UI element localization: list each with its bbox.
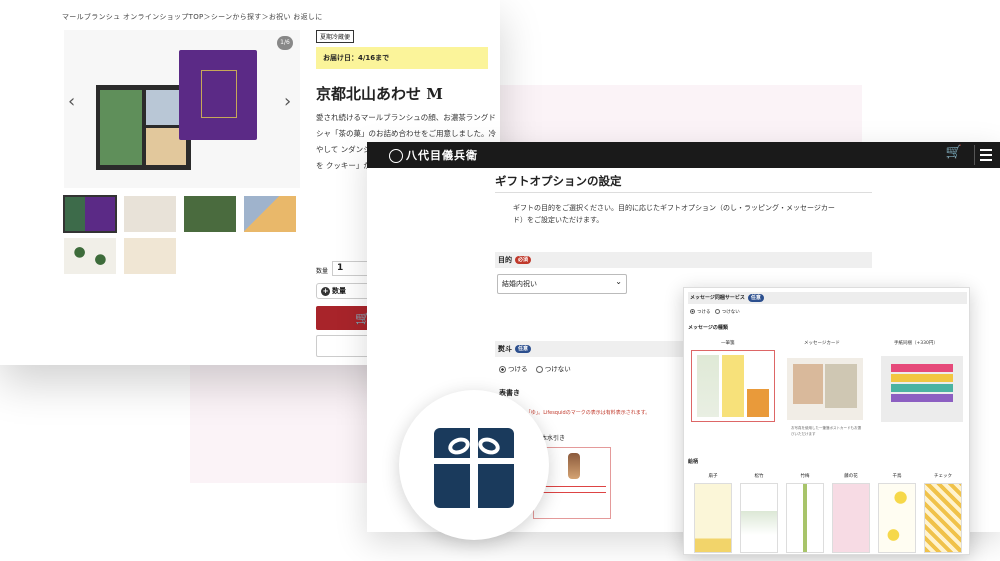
pattern-label: チェック bbox=[934, 474, 952, 479]
cart-icon[interactable]: 🛒 bbox=[946, 145, 962, 160]
pattern-option-fuji[interactable] bbox=[832, 483, 870, 553]
noshi-option-no-label: つけない bbox=[544, 365, 571, 373]
purpose-select[interactable]: 結婚内祝い bbox=[497, 273, 627, 294]
thumbnail-6[interactable] bbox=[124, 238, 176, 274]
pattern-option-sensu[interactable] bbox=[694, 483, 732, 553]
letter-stripe bbox=[891, 364, 953, 372]
gift-icon bbox=[434, 428, 514, 508]
title-divider bbox=[495, 192, 872, 193]
message-service-title: メッセージ同梱サービス bbox=[690, 295, 745, 301]
message-radio-no[interactable] bbox=[714, 309, 720, 314]
pattern-label: 扇子 bbox=[708, 474, 718, 479]
letter-stripe bbox=[891, 374, 953, 382]
product-tray-green bbox=[100, 90, 142, 165]
thumbnail-5[interactable] bbox=[64, 238, 116, 274]
type-label-ippitsusen: 一筆箋 bbox=[721, 341, 735, 346]
purpose-section-header: 目的 必須 bbox=[495, 252, 872, 268]
thumbnail-2[interactable] bbox=[124, 196, 176, 232]
message-card-option[interactable] bbox=[787, 358, 863, 420]
chevron-right-icon[interactable]: › bbox=[284, 93, 291, 111]
product-box-lid bbox=[179, 50, 257, 140]
photo-thumbnail bbox=[825, 364, 857, 408]
ippitsusen-option[interactable] bbox=[691, 350, 775, 422]
mizuhiki-line bbox=[540, 486, 606, 487]
pattern-label: 松竹 bbox=[754, 474, 764, 479]
quantity-input[interactable]: 1 bbox=[332, 261, 372, 276]
plus-icon: + bbox=[321, 287, 330, 296]
letter-stripe bbox=[891, 384, 953, 392]
noshi-radio-no[interactable] bbox=[535, 365, 543, 373]
purpose-label: 目的 bbox=[498, 256, 512, 264]
intro-text: ギフトの目的をご選択ください。目的に応じたギフトオプション（のし・ラッピング・メ… bbox=[513, 204, 835, 224]
message-option-no-label: つけない bbox=[721, 310, 740, 315]
card-pane bbox=[722, 355, 744, 417]
card-pane bbox=[697, 355, 719, 417]
type-label-message-card: メッセージカード bbox=[804, 341, 840, 346]
pattern-label: 千鳥 bbox=[892, 474, 902, 479]
pattern-option-chikubai[interactable] bbox=[786, 483, 824, 553]
thumbnail-1[interactable] bbox=[63, 195, 117, 233]
message-card-note: お写真を使用した一筆箋ポストカードもお選びいただけます bbox=[791, 426, 861, 436]
pattern-label: 竹梅 bbox=[800, 474, 810, 479]
noshi-figure bbox=[568, 453, 580, 479]
required-badge: 必須 bbox=[515, 256, 532, 264]
noshi-option-yes-label: つける bbox=[508, 365, 528, 373]
noshi-radio-yes[interactable] bbox=[499, 365, 506, 373]
menu-icon[interactable] bbox=[974, 145, 994, 165]
card-pane bbox=[747, 355, 769, 417]
logo-mark-icon bbox=[389, 149, 403, 163]
optional-badge: 任意 bbox=[747, 293, 764, 302]
shipping-badge: 夏期冷蔵便 bbox=[316, 30, 355, 43]
type-label-letter: 手紙同梱（+330円） bbox=[894, 341, 938, 346]
quantity-button-label: 数量 bbox=[332, 287, 346, 295]
page-title: ギフトオプションの設定 bbox=[495, 174, 622, 188]
letter-stripe bbox=[891, 394, 953, 402]
noshi-label: 熨斗 bbox=[498, 345, 512, 353]
chevron-left-icon[interactable]: ‹ bbox=[68, 93, 75, 111]
pattern-label: 藤の花 bbox=[844, 474, 858, 479]
pattern-option-check[interactable] bbox=[924, 483, 962, 553]
thumbnail-3[interactable] bbox=[184, 196, 236, 232]
pattern-option-chidori[interactable] bbox=[878, 483, 916, 553]
mizuhiki-line bbox=[540, 492, 606, 493]
image-counter: 1/6 bbox=[277, 36, 293, 50]
delivery-notice: お届け日：4/16まで bbox=[316, 47, 488, 69]
site-logo[interactable]: 八代目儀兵衛 bbox=[389, 147, 478, 163]
product-title: 京都北山あわせ M bbox=[316, 85, 443, 103]
breadcrumb: マールブランシュ オンラインショップTOP＞シーンから探す＞お祝い お返しに bbox=[62, 13, 323, 21]
optional-badge: 任意 bbox=[515, 345, 532, 353]
message-card-panel: メッセージ同梱サービス 任意 つける つけない メッセージの種類 一筆箋 メッセー… bbox=[683, 287, 970, 555]
logo-text: 八代目儀兵衛 bbox=[406, 149, 478, 162]
thumbnail-4[interactable] bbox=[244, 196, 296, 232]
noshi-options: つける つけない bbox=[499, 363, 571, 373]
letter-option[interactable] bbox=[881, 356, 963, 422]
message-option-yes-label: つける bbox=[697, 310, 711, 315]
message-service-header: メッセージ同梱サービス 任意 bbox=[688, 292, 967, 304]
photo-thumbnail bbox=[793, 364, 823, 404]
patterns-label: 絵柄 bbox=[688, 459, 699, 465]
quantity-label: 数量 bbox=[316, 268, 329, 275]
message-radio-yes[interactable] bbox=[690, 309, 695, 314]
product-main-image bbox=[64, 30, 300, 188]
pattern-option-shochiku[interactable] bbox=[740, 483, 778, 553]
gift-icon-badge bbox=[399, 390, 549, 540]
message-options: つける つけない bbox=[690, 309, 740, 315]
site-header: 八代目儀兵衛 🛒 bbox=[367, 142, 1000, 168]
message-types-label: メッセージの種類 bbox=[688, 325, 728, 331]
